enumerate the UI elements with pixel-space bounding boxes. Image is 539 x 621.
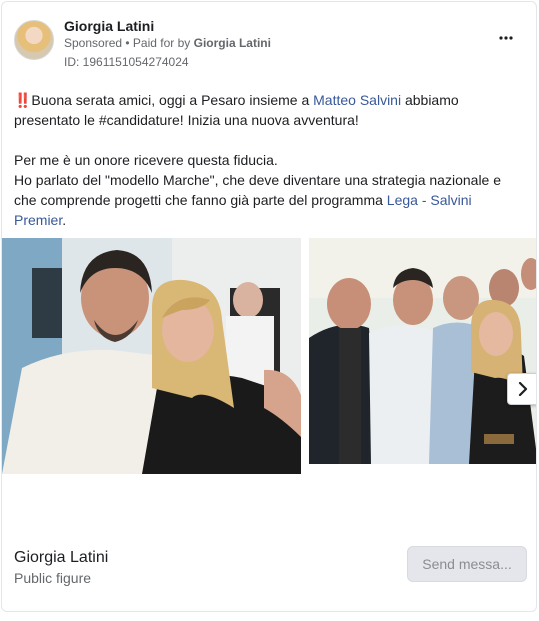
carousel-photo-2[interactable]	[309, 238, 536, 464]
meta-separator: •	[122, 36, 133, 50]
more-horizontal-icon	[499, 36, 513, 40]
sponsored-line: Sponsored • Paid for by Giorgia Latini	[64, 36, 271, 50]
paid-for-name: Giorgia Latini	[193, 36, 271, 50]
footer-page-category: Public figure	[14, 570, 92, 586]
post-paragraph-1: ‼️Buona serata amici, oggi a Pesaro insi…	[14, 90, 526, 130]
send-message-button[interactable]: Send messa...	[407, 546, 527, 582]
ad-body-text: ‼️Buona serata amici, oggi a Pesaro insi…	[14, 90, 526, 250]
mention-link-salvini[interactable]: Matteo Salvini	[313, 92, 401, 108]
image-carousel[interactable]	[2, 238, 536, 474]
ad-card: Giorgia Latini Sponsored • Paid for by G…	[1, 1, 537, 612]
sponsored-label: Sponsored	[64, 36, 123, 50]
carousel-photo-1[interactable]	[2, 238, 301, 474]
paid-for-prefix: Paid for by	[132, 36, 194, 50]
ad-header: Giorgia Latini Sponsored • Paid for by G…	[14, 18, 524, 78]
footer-page-name[interactable]: Giorgia Latini	[14, 549, 108, 567]
post-paragraph-3: Ho parlato del "modello Marche", che dev…	[14, 170, 526, 230]
profile-avatar[interactable]	[14, 20, 54, 60]
post-text: ‼️Buona serata amici, oggi a Pesaro insi…	[14, 92, 314, 108]
ad-id: ID: 1961151054274024	[64, 55, 189, 69]
chevron-right-icon	[518, 382, 528, 396]
page-name[interactable]: Giorgia Latini	[64, 18, 154, 34]
more-options-button[interactable]	[494, 30, 518, 50]
post-paragraph-2: Per me è un onore ricevere questa fiduci…	[14, 152, 278, 168]
post-text: .	[62, 212, 67, 228]
carousel-next-button[interactable]	[507, 373, 536, 405]
